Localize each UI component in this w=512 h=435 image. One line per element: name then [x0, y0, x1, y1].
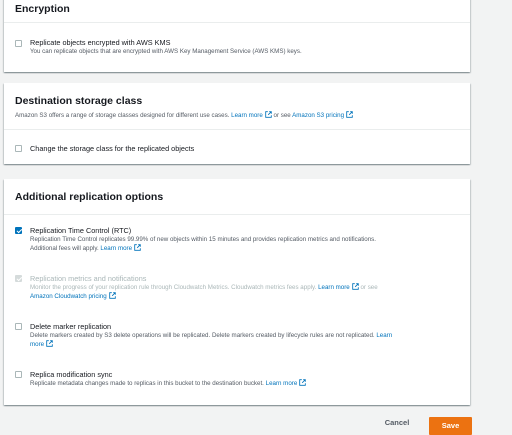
external-link-icon [265, 111, 272, 118]
external-link-icon [134, 244, 141, 251]
replica-sync-option[interactable]: Replica modification sync Replicate meta… [15, 370, 460, 388]
rtc-option[interactable]: Replication Time Control (RTC) Replicati… [15, 226, 460, 253]
save-button[interactable]: Save [429, 417, 472, 435]
replica-sync-learn-more-link[interactable]: Learn more [266, 380, 298, 387]
storage-class-description: Amazon S3 offers a range of storage clas… [15, 111, 353, 119]
replica-sync-description-text: Replicate metadata changes made to repli… [30, 380, 264, 387]
delete-marker-description-text: Delete markers created by S3 delete oper… [30, 332, 375, 339]
storage-class-option-label: Change the storage class for the replica… [30, 144, 195, 153]
kms-option-label: Replicate objects encrypted with AWS KMS [30, 38, 171, 47]
rtc-checkbox[interactable] [15, 227, 22, 234]
encryption-title: Encryption [15, 3, 70, 15]
rtc-learn-more-link[interactable]: Learn more [100, 245, 132, 252]
encryption-panel: Encryption Replicate objects encrypted w… [4, 0, 470, 72]
cancel-button[interactable]: Cancel [372, 414, 422, 432]
cloudwatch-pricing-link[interactable]: Amazon Cloudwatch pricing [30, 293, 107, 300]
external-link-icon [352, 283, 359, 290]
delete-marker-learn-link[interactable]: Learn [376, 332, 392, 339]
delete-marker-more-line: more [30, 340, 460, 349]
rtc-description-fees: Additional fees will apply. Learn more [30, 244, 460, 253]
delete-marker-checkbox[interactable] [15, 323, 22, 330]
learn-more-link[interactable]: Learn more [231, 112, 263, 119]
or-see-text: or see [273, 112, 291, 119]
metrics-checkbox [15, 275, 22, 282]
delete-marker-label: Delete marker replication [30, 322, 112, 331]
external-link-icon [299, 379, 307, 386]
metrics-pricing-line: Amazon Cloudwatch pricing [30, 292, 460, 301]
external-link-icon [346, 111, 353, 118]
rtc-description: Replication Time Control replicates 99.9… [30, 236, 376, 243]
additional-options-panel: Additional replication options Replicati… [4, 179, 470, 405]
kms-option[interactable]: Replicate objects encrypted with AWS KMS… [15, 38, 460, 56]
metrics-description: Monitor the progress of your replication… [30, 283, 460, 292]
additional-options-title: Additional replication options [15, 191, 164, 203]
storage-class-panel: Destination storage class Amazon S3 offe… [4, 83, 470, 164]
delete-marker-description: Delete markers created by S3 delete oper… [30, 331, 460, 340]
storage-class-option[interactable]: Change the storage class for the replica… [15, 144, 460, 153]
metrics-description-text: Monitor the progress of your replication… [30, 284, 317, 291]
divider [4, 214, 470, 215]
rtc-fees-text: Additional fees will apply. [30, 245, 99, 252]
delete-marker-more-link[interactable]: more [30, 341, 44, 348]
divider [4, 129, 470, 130]
delete-marker-option[interactable]: Delete marker replication Delete markers… [15, 322, 460, 349]
storage-class-title: Destination storage class [15, 95, 143, 107]
divider [4, 22, 470, 23]
metrics-option: Replication metrics and notifications Mo… [15, 274, 460, 301]
external-link-icon [46, 340, 53, 347]
storage-class-checkbox[interactable] [15, 145, 22, 152]
replica-sync-description: Replicate metadata changes made to repli… [30, 379, 460, 388]
storage-class-description-text: Amazon S3 offers a range of storage clas… [15, 112, 230, 119]
kms-checkbox[interactable] [15, 40, 22, 47]
replica-sync-checkbox[interactable] [15, 371, 22, 378]
replica-sync-label: Replica modification sync [30, 370, 113, 379]
rtc-label: Replication Time Control (RTC) [30, 226, 132, 235]
metrics-learn-more-link[interactable]: Learn more [318, 284, 350, 291]
kms-option-description: You can replicate objects that are encry… [30, 48, 302, 55]
s3-pricing-link[interactable]: Amazon S3 pricing [292, 112, 344, 119]
metrics-or-see-text: or see [360, 284, 378, 291]
external-link-icon [108, 292, 116, 299]
metrics-label: Replication metrics and notifications [30, 274, 147, 283]
